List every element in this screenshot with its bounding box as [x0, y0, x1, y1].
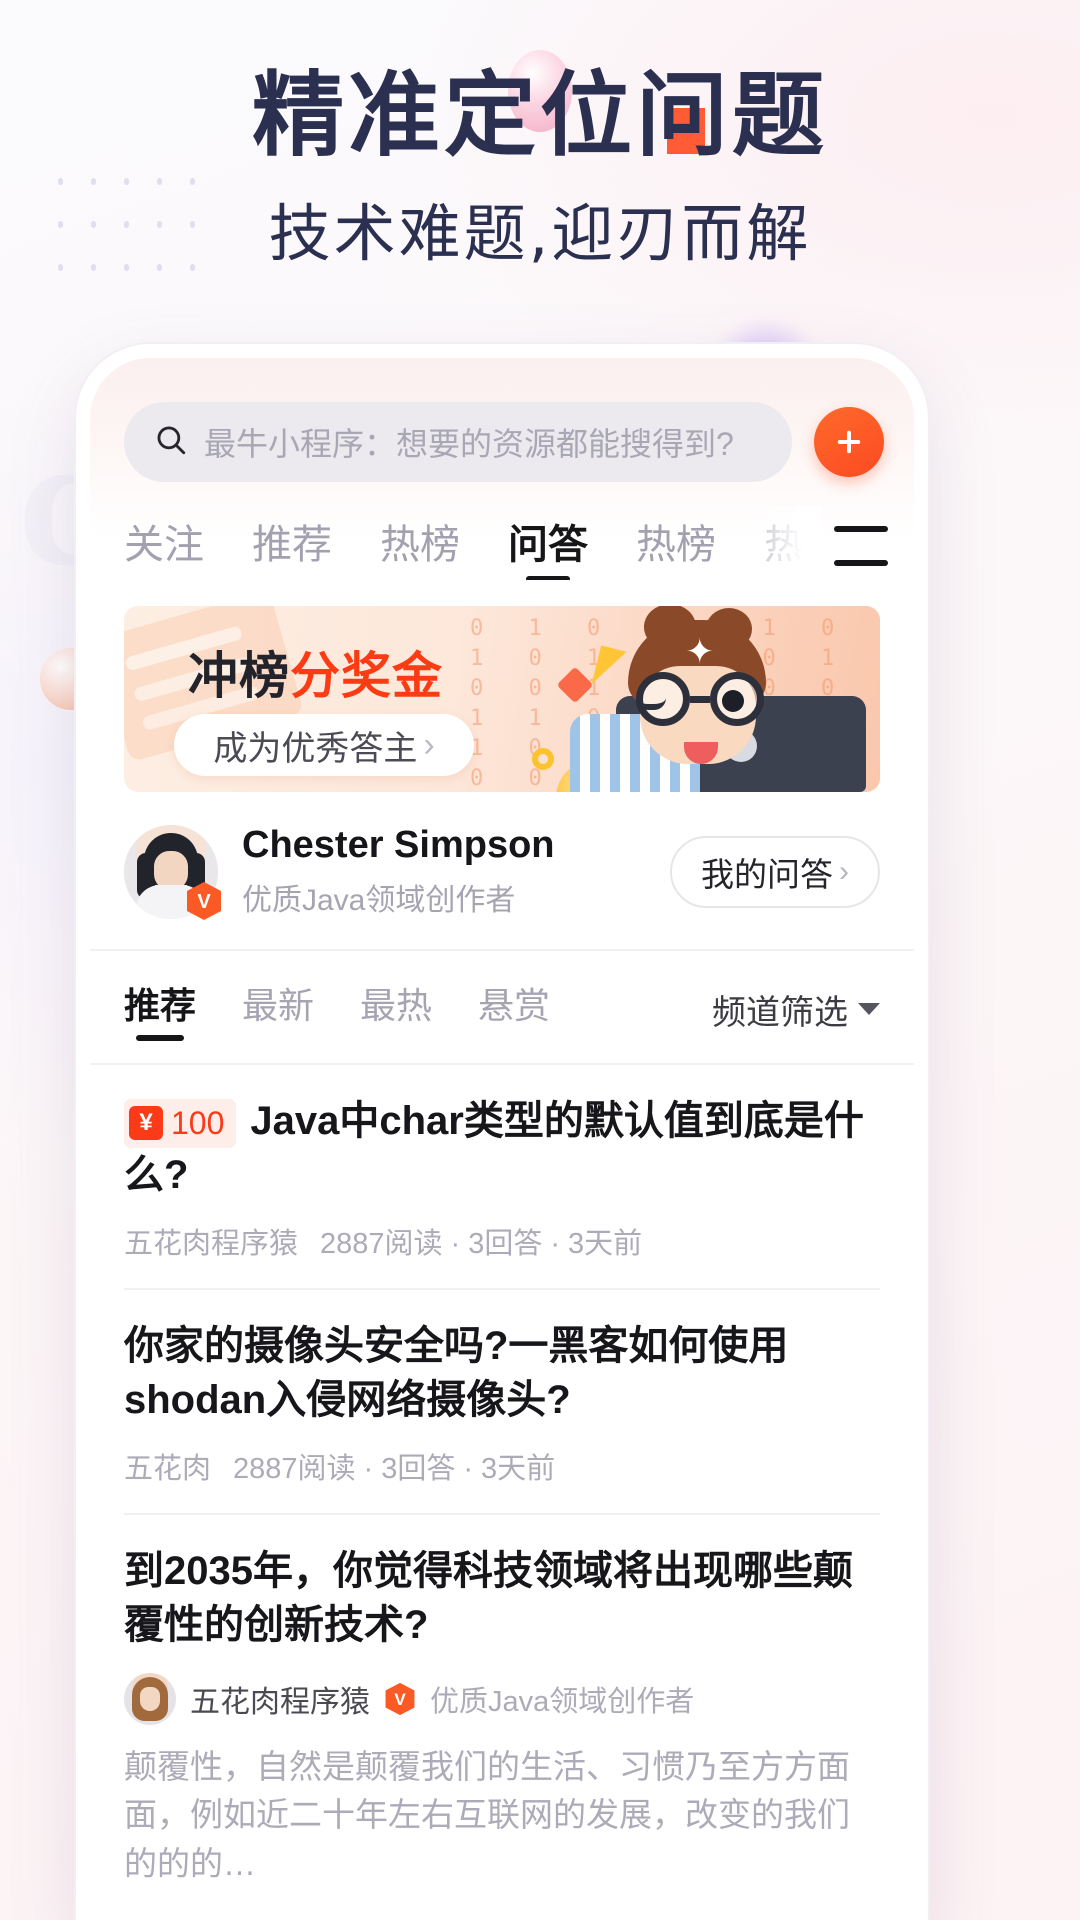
question-list: ¥ 100 Java中char类型的默认值到底是什么? 五花肉程序猿 2887阅读…: [90, 1065, 914, 1906]
question-meta: 五花肉 2887阅读 · 3回答 · 3天前: [124, 1453, 556, 1486]
question-reads: 2887阅读: [320, 1228, 443, 1261]
hero-title-tail: 题: [732, 62, 829, 169]
avatar[interactable]: V: [124, 824, 221, 920]
banner-title: 冲榜分奖金: [188, 636, 443, 708]
svg-text:V: V: [394, 1690, 406, 1709]
phone-mockup: 最牛小程序：想要的资源都能搜得到? 关注 推荐 热榜 问答 热榜 热: [76, 344, 928, 1920]
list-item[interactable]: 到2035年，你觉得科技领域将出现哪些颠覆性的创新技术? 五花肉程序猿 V 优质…: [124, 1515, 880, 1906]
banner-cta-button[interactable]: 成为优秀答主 ›: [174, 714, 474, 776]
tabs-fade-mask: [752, 506, 822, 580]
question-author-row[interactable]: 五花肉程序猿 V 优质Java领域创作者: [124, 1672, 880, 1725]
channel-filter-dropdown[interactable]: 频道筛选: [712, 985, 880, 1034]
caret-down-icon: [858, 1003, 880, 1015]
page-subtitle: 技术难题,迎刃而解: [268, 196, 812, 270]
question-answers: 3回答: [468, 1228, 543, 1261]
profile-name: Chester Simpson: [242, 824, 555, 866]
tab-rebang-2[interactable]: 热榜: [636, 512, 716, 580]
question-author: 五花肉程序猿: [124, 1228, 299, 1261]
hero-title-accent: 问: [635, 62, 732, 169]
tab-rebang-1[interactable]: 热榜: [380, 512, 460, 580]
list-item[interactable]: ¥ 100 Java中char类型的默认值到底是什么? 五花肉程序猿 2887阅读…: [124, 1065, 880, 1291]
my-qa-button[interactable]: 我的问答 ›: [670, 835, 880, 908]
question-excerpt: 颠覆性，自然是颠覆我们的生活、习惯乃至方方面面，例如近二十年左右互联网的发展，改…: [124, 1747, 850, 1883]
search-input[interactable]: 最牛小程序：想要的资源都能搜得到?: [124, 402, 792, 482]
add-post-button[interactable]: [814, 407, 884, 477]
question-meta: 五花肉程序猿 2887阅读 · 3回答 · 3天前: [124, 1228, 643, 1261]
banner-title-red: 分奖金: [290, 648, 443, 704]
list-item[interactable]: 你家的摄像头安全吗?一黑客如何使用shodan入侵网络摄像头? 五花肉 2887阅…: [124, 1290, 880, 1516]
banner-sparkle-icon: ✦: [685, 633, 715, 671]
profile-text-block: Chester Simpson 优质Java领域创作者: [242, 824, 646, 919]
search-icon: [154, 423, 188, 462]
plus-icon: [832, 425, 866, 459]
search-row: 最牛小程序：想要的资源都能搜得到?: [90, 358, 914, 482]
question-title: 到2035年，你觉得科技领域将出现哪些颠覆性的创新技术?: [124, 1549, 853, 1647]
page-title: 精准定位问题: [0, 62, 1080, 169]
question-title-row: ¥ 100 Java中char类型的默认值到底是什么?: [124, 1095, 880, 1202]
banner-ring-decor: [532, 748, 554, 770]
channel-filter-label: 频道筛选: [712, 993, 848, 1032]
tab-guanzhu[interactable]: 关注: [124, 512, 204, 580]
profile-description: 优质Java领域创作者: [242, 884, 516, 917]
svg-text:V: V: [197, 891, 211, 913]
question-reads: 2887阅读: [233, 1453, 356, 1486]
hero-heading-block: 精准定位问题 技术难题,迎刃而解: [0, 50, 1080, 273]
hero-title-main: 精准定位: [251, 62, 636, 169]
question-author-tag: 优质Java领域创作者: [430, 1685, 695, 1718]
filter-zuire[interactable]: 最热: [360, 977, 432, 1041]
question-time: 3天前: [568, 1228, 643, 1261]
banner-cta-label: 成为优秀答主: [213, 729, 418, 768]
tab-wenda[interactable]: 问答: [508, 512, 588, 580]
question-title: 你家的摄像头安全吗?一黑客如何使用shodan入侵网络摄像头?: [124, 1324, 789, 1422]
channel-tabs: 关注 推荐 热榜 问答 热榜 热: [90, 482, 914, 580]
chevron-right-icon: ›: [423, 725, 435, 764]
filter-row: 推荐 最新 最热 悬赏 频道筛选: [90, 951, 914, 1065]
hamburger-menu-icon[interactable]: [834, 526, 888, 566]
banner-title-black: 冲榜: [188, 648, 290, 704]
verified-badge-icon: V: [186, 881, 222, 921]
filter-zuixin[interactable]: 最新: [242, 977, 314, 1041]
question-author: 五花肉程序猿: [190, 1685, 370, 1719]
filter-tuijian[interactable]: 推荐: [124, 977, 196, 1041]
yen-icon: ¥: [129, 1106, 163, 1141]
my-qa-label: 我的问答: [701, 855, 833, 893]
verified-badge-icon: V: [384, 1682, 416, 1716]
question-time: 3天前: [481, 1453, 556, 1486]
avatar: [124, 1672, 176, 1725]
bounty-amount: 100: [171, 1104, 225, 1141]
question-author: 五花肉: [124, 1453, 212, 1486]
search-placeholder: 最牛小程序：想要的资源都能搜得到?: [204, 426, 734, 462]
filter-xuanshang[interactable]: 悬赏: [478, 977, 550, 1041]
promo-banner[interactable]: 0 1 0 0 1 1 0 1 0 1 1 0 0 1 0 0 1 0 1 0 …: [124, 606, 880, 792]
chevron-right-icon: ›: [839, 854, 849, 888]
question-answers: 3回答: [381, 1453, 456, 1486]
app-screen: 最牛小程序：想要的资源都能搜得到? 关注 推荐 热榜 问答 热榜 热: [90, 358, 914, 1906]
user-profile-row: V Chester Simpson 优质Java领域创作者 我的问答 ›: [90, 792, 914, 951]
tab-tuijian[interactable]: 推荐: [252, 512, 332, 580]
bounty-badge: ¥ 100: [124, 1098, 237, 1148]
